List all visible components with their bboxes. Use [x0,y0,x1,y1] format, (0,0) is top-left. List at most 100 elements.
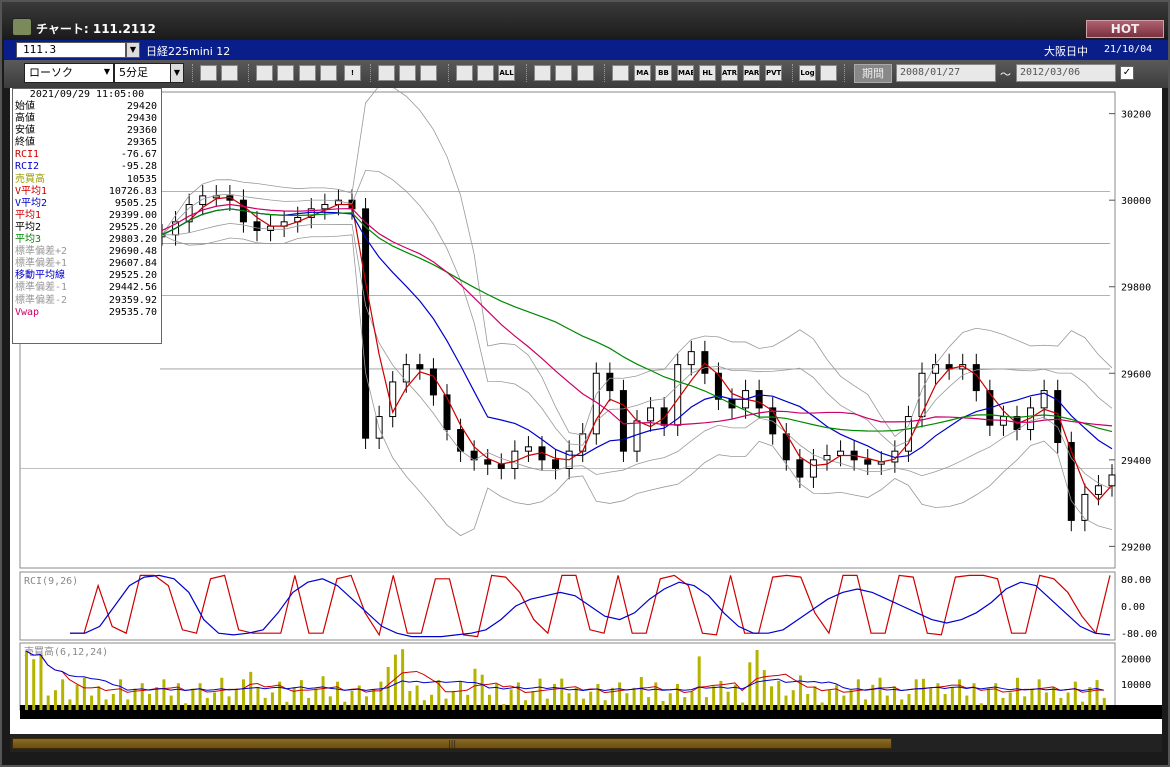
settings-icon[interactable] [534,65,551,81]
volume-bar [444,698,448,710]
ma-icon[interactable]: MA [634,65,651,81]
search-chart-icon[interactable] [277,65,294,81]
legend-key: 平均1 [15,209,42,221]
volume-bar [878,677,882,710]
volume-bar [1088,687,1092,710]
toolbar-separator [526,64,529,82]
legend-key: V平均1 [15,185,48,197]
instrument-bar: 111.3 ▼ 日経225mini 12 大阪日中 21/10/04 [4,40,1168,60]
hl-icon[interactable]: HL [699,65,716,81]
candle-body [660,407,668,426]
volume-bar [820,702,824,710]
export-icon[interactable] [820,65,837,81]
legend-row: 高値 29430 [13,113,161,125]
legend-row: RCI2 -95.28 [13,161,161,173]
volume-bar [1102,697,1106,710]
x-tick-label: 29/8:45 [355,718,397,729]
chart-type-dropdown-icon[interactable]: ▼ [100,63,114,83]
log-icon[interactable]: Log [799,65,816,81]
volume-bar [856,679,860,710]
legend-value: 29803.20 [108,234,157,246]
volume-bar [516,682,520,710]
app-icon [12,18,32,36]
nami-icon[interactable] [612,65,629,81]
y-tick-label: 30200 [1121,110,1151,121]
volume-bar [32,659,36,710]
date-checkbox[interactable]: ✓ [1120,66,1134,80]
legend-row: 平均2 29525.20 [13,222,161,234]
mae-icon[interactable]: MAE [677,65,694,81]
legend-key: 標準偏差+1 [15,258,68,270]
candle-add-icon[interactable] [456,65,473,81]
volume-bar [545,698,549,710]
date-to-input[interactable]: 2012/03/06 [1016,64,1116,82]
volume-bar [697,656,701,710]
toolbar-separator [844,64,847,82]
rci-tick-label: 0.00 [1121,602,1145,613]
atr-icon[interactable]: ATR [721,65,738,81]
chart-area[interactable]: 29200 29400 29600 29800 30000 30200 RCI(9,26) 8… [10,88,1162,734]
x-tick-label: 12 [195,718,207,729]
legend-value: 29442.56 [108,282,157,294]
split-icon[interactable] [320,65,337,81]
volume-bar [842,695,846,710]
volume-bar [683,697,687,710]
volume-bar [53,690,57,710]
hot-button[interactable]: HOT [1086,20,1164,38]
volume-bar [733,684,737,710]
legend-key: 安値 [15,125,35,137]
warning-icon[interactable]: ! [344,65,361,81]
scrollbar-grip-icon[interactable]: ||| [448,739,456,749]
legend-key: 終値 [15,137,35,149]
pencil-icon[interactable] [378,65,395,81]
eraser-icon[interactable] [420,65,437,81]
para-icon[interactable]: PARA [743,65,760,81]
y-tick-label: 29400 [1121,456,1151,467]
volume-bar [1023,696,1027,710]
legend-key: 標準偏差-2 [15,294,68,306]
volume-bar [61,679,65,710]
legend-row: 安値 29360 [13,125,161,137]
volume-bar [668,693,672,710]
chart-svg[interactable]: 29200 29400 29600 29800 30000 30200 RCI(9,26) 8… [10,88,1162,734]
candle-body [253,221,261,231]
date-from-input[interactable]: 2008/01/27 [896,64,996,82]
volume-bar [242,679,245,710]
volume-bar [712,686,716,710]
volume-bar [755,649,759,710]
legend-value: 9505.25 [114,197,157,209]
arrow-down-icon[interactable] [256,65,273,81]
period-button[interactable]: 期間 [854,64,892,83]
cursor-icon[interactable] [399,65,416,81]
legend-row: 標準偏差-1 29442.56 [13,282,161,294]
volume-bar [864,699,868,710]
volume-bar [987,688,991,710]
interval-dropdown-icon[interactable]: ▼ [170,63,184,83]
volume-bar [415,685,419,710]
all-icon[interactable]: ALL [498,65,515,81]
crosshair-icon[interactable] [221,65,238,81]
volume-bar [321,676,325,710]
palette-icon[interactable] [577,65,594,81]
candle-remove-icon[interactable] [477,65,494,81]
title-bar[interactable]: チャート: 111.2112 HOT [2,2,1168,38]
brush-icon[interactable] [555,65,572,81]
bar-icon[interactable] [299,65,316,81]
code-input[interactable]: 111.3 [16,42,126,58]
zoom-icon[interactable] [200,65,217,81]
legend-row: 平均1 29399.00 [13,210,161,222]
time-scrollbar[interactable]: ||| [10,734,1162,752]
legend-value: 29607.84 [108,258,157,270]
code-dropdown-icon[interactable]: ▼ [126,42,140,58]
pvt-icon[interactable]: PVT [765,65,782,81]
bb-icon[interactable]: BB [655,65,672,81]
volume-bar [1015,677,1019,710]
candle-body [809,459,817,478]
legend-value: -76.67 [120,149,157,161]
candle-body [416,364,424,370]
scrollbar-track[interactable]: ||| [12,738,892,749]
volume-bar [364,696,368,710]
legend-value: 29525.20 [108,221,157,233]
toolbar-separator [192,64,195,82]
volume-bar [285,701,289,710]
